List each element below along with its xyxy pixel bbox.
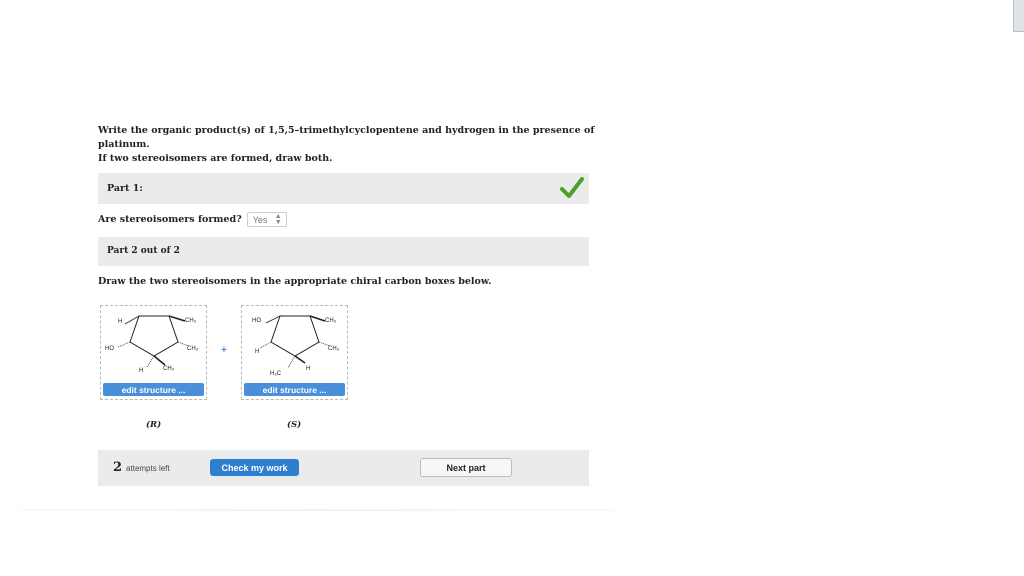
atom-ch3-top: CH₃ <box>185 318 197 324</box>
check-my-work-button[interactable]: Check my work <box>210 459 299 476</box>
atom-h3c-bottom: H₃C <box>270 371 282 377</box>
label-s: (S) <box>287 420 302 430</box>
next-part-button[interactable]: Next part <box>420 458 512 477</box>
select-value: Yes <box>252 214 268 225</box>
attempts-count: 2 <box>113 460 123 475</box>
atom-ch3-bottom: CH₃ <box>163 366 175 372</box>
atom-ch3-right: CH₃ <box>187 346 199 352</box>
structure-box-r[interactable]: H CH₃ HO CH₃ H CH₃ edit structure ... <box>100 305 207 400</box>
question-line-2: If two stereoisomers are formed, draw bo… <box>98 153 333 164</box>
plus-sign: + <box>221 345 227 356</box>
edit-structure-button-s[interactable]: edit structure ... <box>244 383 345 396</box>
molecule-drawing-s: HO CH₃ H CH₃ H₃C H <box>252 315 340 377</box>
molecule-drawing-r: H CH₃ HO CH₃ H CH₃ <box>105 315 199 374</box>
part1-title: Part 1: <box>107 183 143 194</box>
label-r: (R) <box>146 420 162 430</box>
atom-h-top: H <box>118 319 122 325</box>
atom-ho-left: HO <box>105 346 114 352</box>
stereoisomer-question-row: Are stereoisomers formed? Yes ▲ ▼ <box>98 212 287 227</box>
atom-ch3-right: CH₃ <box>328 346 340 352</box>
atom-h-bottom: H <box>306 366 310 372</box>
edit-structure-button-r[interactable]: edit structure ... <box>103 383 204 396</box>
atom-ch3-top: CH₃ <box>325 318 337 324</box>
stereoisomer-question: Are stereoisomers formed? <box>98 214 242 225</box>
question-text: Write the organic product(s) of 1,5,5–tr… <box>98 124 618 166</box>
atom-h-left: H <box>255 349 259 355</box>
question-line-1: Write the organic product(s) of 1,5,5–tr… <box>98 125 595 150</box>
draw-instructions: Draw the two stereoisomers in the approp… <box>98 276 492 287</box>
structure-box-s[interactable]: HO CH₃ H CH₃ H₃C H edit structure ... <box>241 305 348 400</box>
chevron-updown-icon: ▲ ▼ <box>274 212 282 226</box>
checkmark-icon <box>560 177 584 198</box>
attempts-text: attempts left <box>126 464 170 473</box>
attempts-left: 2 attempts left <box>113 460 170 475</box>
atom-ho-top: HO <box>252 318 261 324</box>
stereoisomer-select[interactable]: Yes ▲ ▼ <box>246 212 287 227</box>
part2-header: Part 2 out of 2 <box>98 237 589 266</box>
atom-h-bottom: H <box>139 368 143 374</box>
divider <box>20 509 615 511</box>
footer-bar: 2 attempts left Check my work Next part <box>98 450 589 486</box>
part1-header: Part 1: <box>98 173 589 204</box>
part2-title: Part 2 out of 2 <box>107 246 180 256</box>
window-corner-tab <box>1013 0 1024 32</box>
